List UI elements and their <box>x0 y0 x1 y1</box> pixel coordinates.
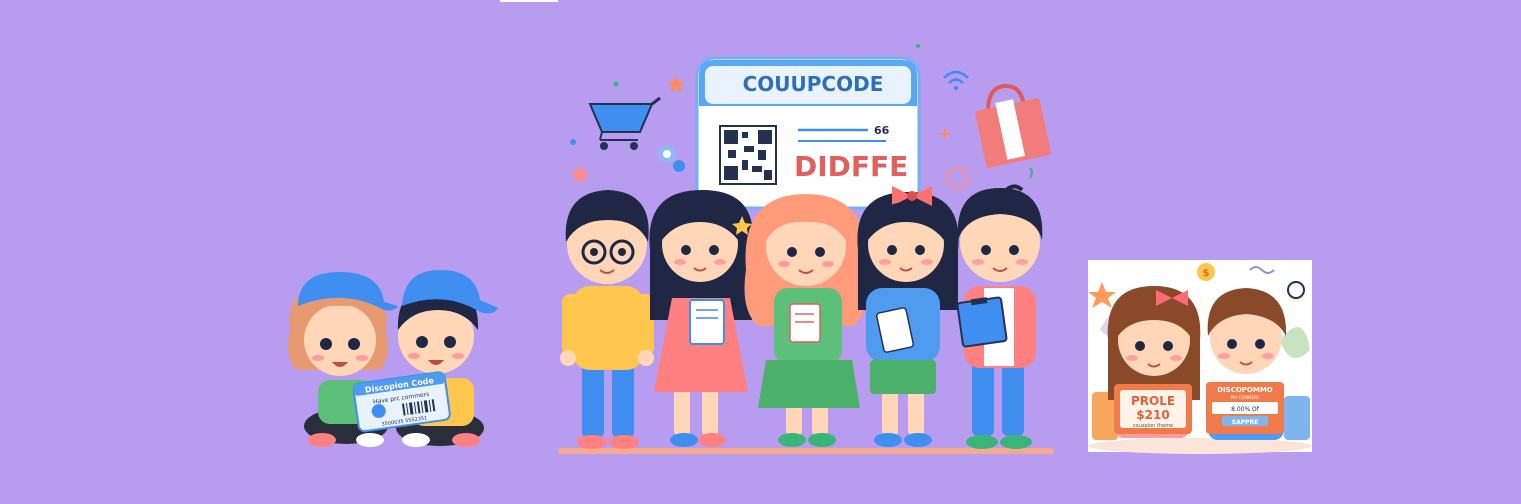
kid-girl-bow <box>857 186 959 447</box>
right-card-right-line1: DISCOPOMMO <box>1217 386 1273 394</box>
right-card-right-line2: PIO COMMERC <box>1231 395 1260 400</box>
kid-boy-clipboard <box>956 184 1043 449</box>
illustration-canvas: COUUPCODE 66 DIDFFE Discopion Code Have … <box>288 44 1312 454</box>
coupon-number: 66 <box>874 124 890 137</box>
qr-code-icon <box>719 125 777 185</box>
top-edge-marker <box>500 0 558 2</box>
illustration-scene: COUUPCODE 66 DIDFFE Discopion Code Have … <box>0 0 1521 500</box>
gear-icon <box>658 145 685 172</box>
right-coupon-card-right: DISCOPOMMO PIO COMMERC 8.00% Of SAPPRE <box>1206 382 1284 434</box>
right-card-left-line3: couspion theme <box>1133 423 1173 429</box>
right-card-left-line2: $210 <box>1136 408 1169 422</box>
coupon-code: DIDFFE <box>794 150 908 183</box>
shopping-bag-icon <box>975 83 1051 168</box>
wifi-icon <box>943 70 969 90</box>
kid-boy-glasses <box>560 190 654 449</box>
svg-text:$: $ <box>1203 268 1210 279</box>
right-card-right-line4: SAPPRE <box>1232 419 1258 426</box>
coupon-card: COUUPCODE 66 DIDFFE <box>695 56 921 210</box>
kid-girl-green-dress <box>744 194 868 447</box>
right-card-right-line3: 8.00% Of <box>1231 406 1260 413</box>
shopping-cart-icon <box>588 96 661 150</box>
coupon-title: COUUPCODE <box>743 72 884 96</box>
right-coupon-card-left: PROLE $210 couspion theme <box>1114 384 1192 434</box>
right-card-left-line1: PROLE <box>1131 394 1175 408</box>
kid-girl-pink-dress <box>649 190 753 447</box>
